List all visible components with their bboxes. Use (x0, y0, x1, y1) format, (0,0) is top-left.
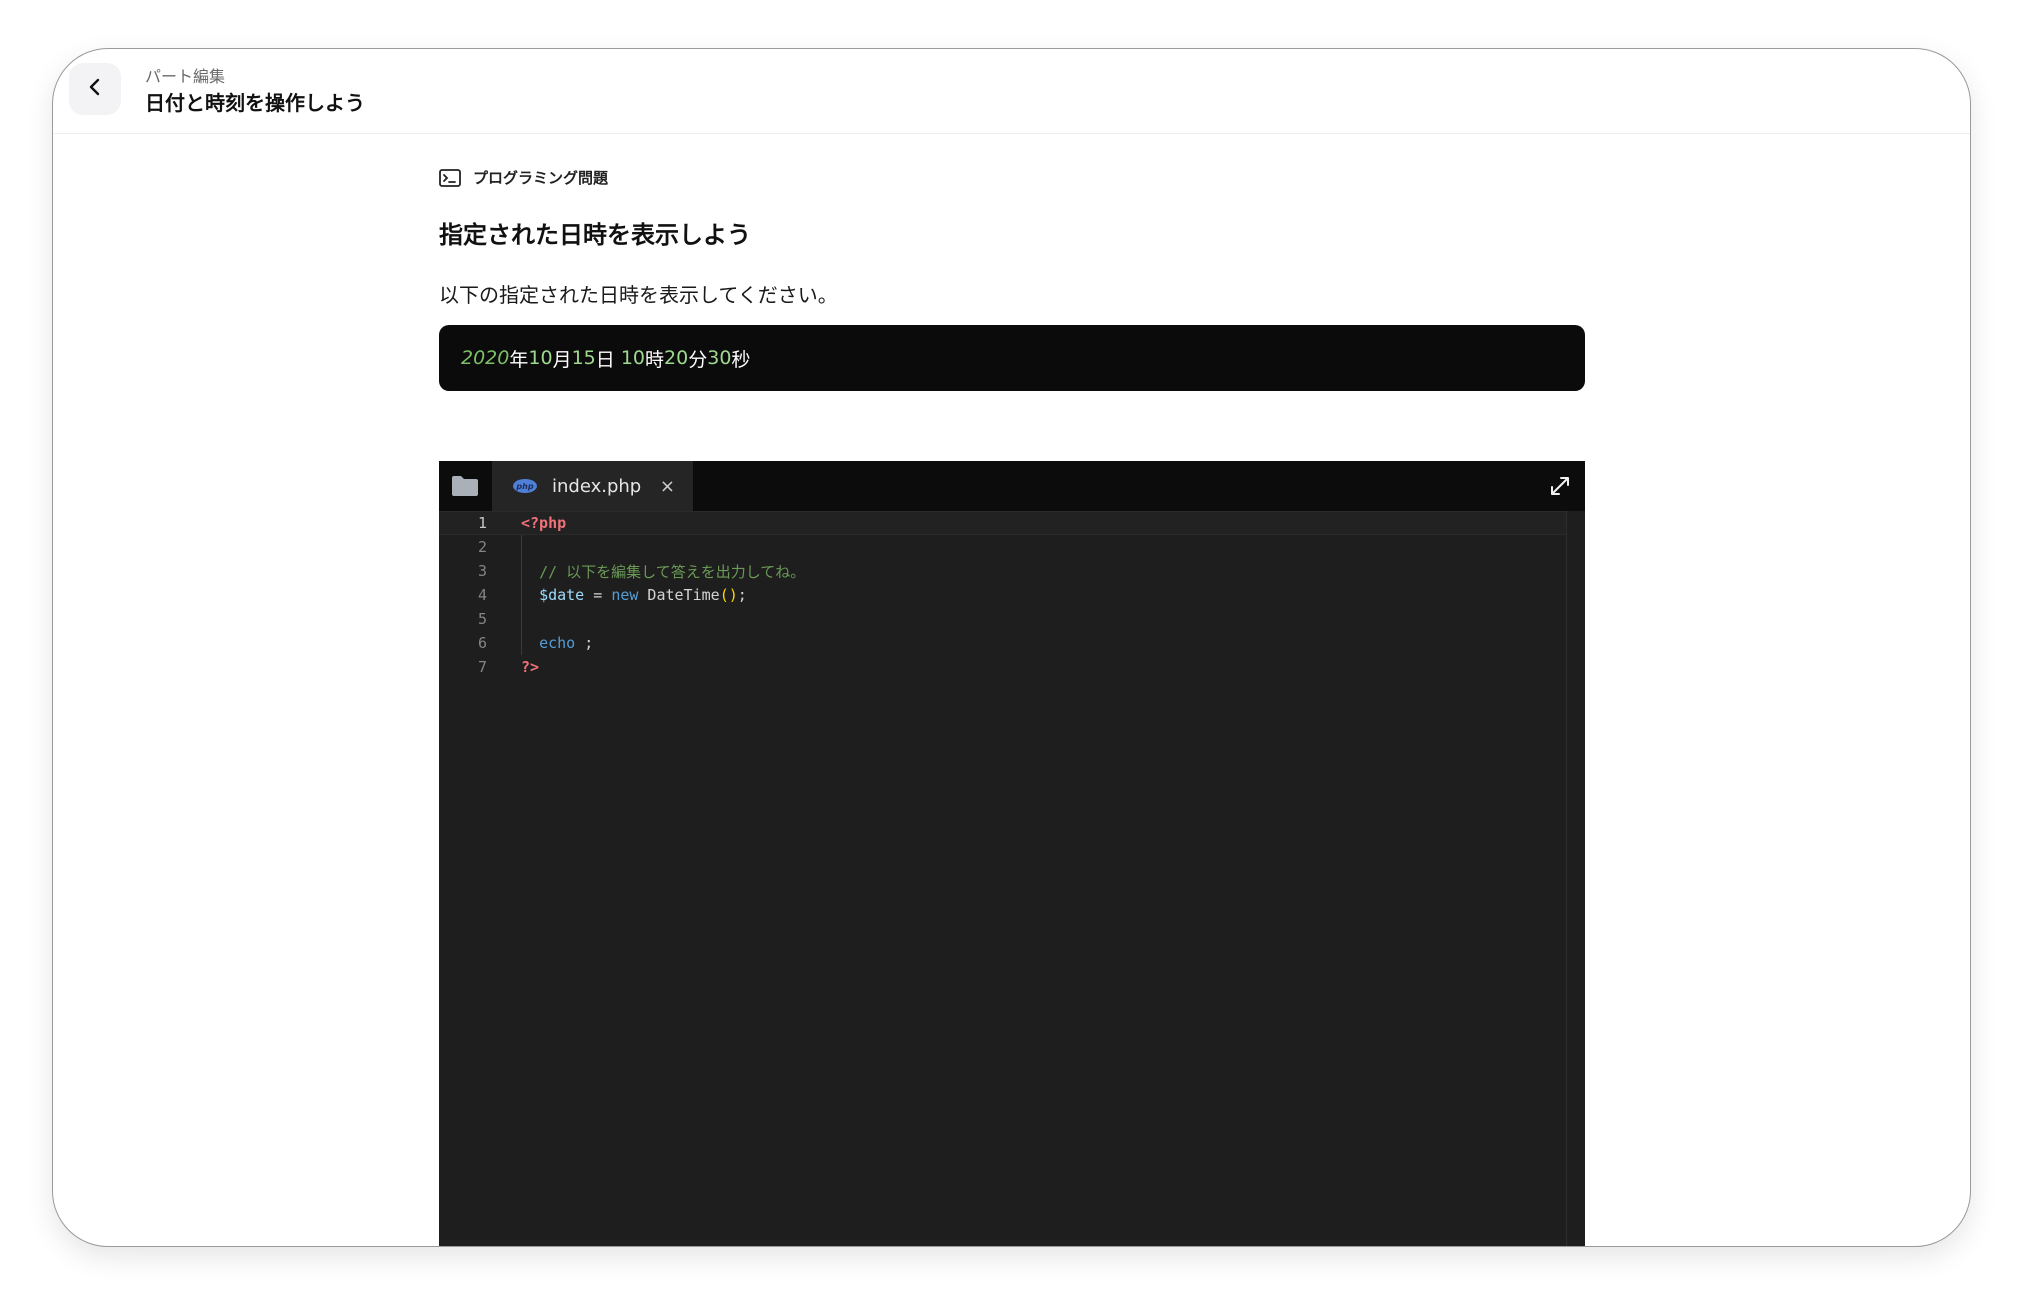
tab-filename: index.php (552, 475, 642, 497)
line-number: 1 (477, 514, 487, 532)
php-close-tag: ?> (521, 658, 540, 676)
chevron-left-icon (84, 76, 106, 102)
code-class: DateTime (638, 586, 720, 604)
output-month: 10 (528, 347, 553, 369)
code-paren: () (719, 586, 738, 604)
breadcrumb: パート編集 (145, 67, 226, 86)
code-keyword: new (611, 586, 639, 604)
code-line[interactable]: 4 $date = new DateTime(); (439, 583, 1567, 607)
code-comment: // 以下を編集して答えを出力してね。 (539, 562, 806, 581)
output-year: 2020 (461, 347, 510, 369)
code-line[interactable]: 6 echo ; (439, 631, 1567, 655)
top-bar: パート編集 日付と時刻を操作しよう (53, 49, 1970, 134)
question-type: プログラミング問題 (439, 167, 608, 188)
output-year-unit: 年 (509, 348, 529, 371)
app-window: パート編集 日付と時刻を操作しよう プログラミング問題 指定された日時を表示しよ… (52, 48, 1971, 1247)
expected-output: 2020 年 10 月 15 日 10 時 20 分 30 秒 (439, 325, 1585, 391)
line-number: 4 (477, 586, 487, 604)
tab-close-button[interactable]: × (660, 476, 675, 497)
code-line[interactable]: 2 (439, 535, 1567, 559)
code-variable: $date (539, 586, 585, 604)
code-editor: php index.php × 1 <?php 2 3 // 以下を編集して答え… (439, 461, 1585, 1246)
php-open-tag: <?php (521, 514, 567, 532)
code-line[interactable]: 5 (439, 607, 1567, 631)
back-button[interactable] (69, 63, 121, 115)
editor-tab-bar: php index.php × (439, 461, 1585, 511)
code-line[interactable]: 3 // 以下を編集して答えを出力してね。 (439, 559, 1567, 583)
question-type-label: プログラミング問題 (473, 169, 609, 187)
question-description: 以下の指定された日時を表示してください。 (439, 283, 838, 307)
output-month-unit: 月 (552, 348, 572, 371)
line-number: 6 (477, 634, 487, 652)
line-number: 2 (477, 538, 487, 556)
output-day: 15 (571, 347, 596, 369)
output-hour: 10 (620, 347, 646, 369)
output-hour-unit: 時 (645, 348, 665, 371)
code-keyword: echo (539, 634, 576, 652)
output-second-unit: 秒 (731, 348, 751, 371)
output-day-unit: 日 (595, 348, 615, 371)
folder-icon[interactable] (451, 475, 479, 501)
code-area[interactable]: 1 <?php 2 3 // 以下を編集して答えを出力してね。 4 $date … (439, 511, 1585, 1246)
svg-text:php: php (515, 482, 533, 491)
page-title: 日付と時刻を操作しよう (145, 91, 365, 115)
line-number: 7 (477, 658, 487, 676)
line-number: 5 (477, 610, 487, 628)
line-number: 3 (477, 562, 487, 580)
output-minute: 20 (664, 347, 689, 369)
output-second: 30 (707, 347, 732, 369)
tab-index-php[interactable]: php index.php × (492, 461, 693, 511)
output-minute-unit: 分 (688, 348, 708, 371)
terminal-icon (439, 168, 461, 187)
code-line[interactable]: 7 ?> (439, 655, 1567, 679)
editor-scrollbar[interactable] (1566, 511, 1585, 1246)
question-title: 指定された日時を表示しよう (439, 221, 751, 249)
expand-icon[interactable] (1549, 475, 1571, 501)
php-file-icon: php (512, 478, 538, 494)
code-line[interactable]: 1 <?php (439, 511, 1567, 535)
